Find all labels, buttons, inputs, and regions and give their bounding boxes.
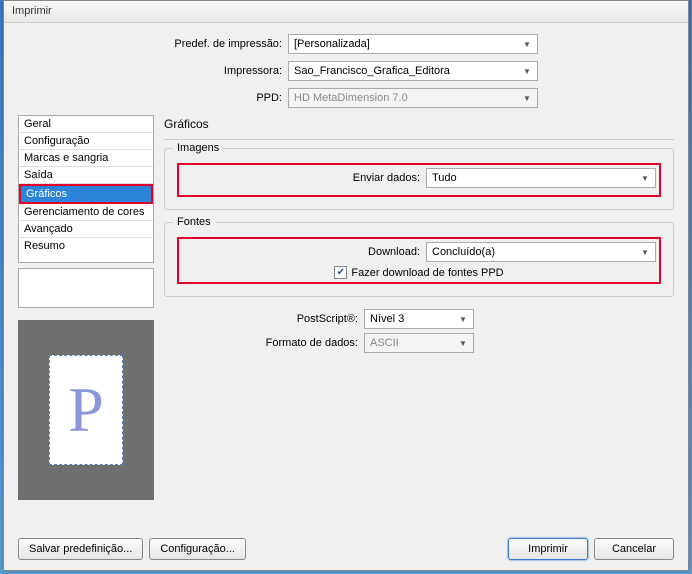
config-button[interactable]: Configuração... [149, 538, 246, 560]
footer: Salvar predefinição... Configuração... I… [18, 538, 674, 560]
printer-value: Sao_Francisco_Grafica_Editora [294, 65, 450, 77]
category-list[interactable]: Geral Configuração Marcas e sangria Saíd… [18, 115, 154, 263]
section-heading: Gráficos [164, 117, 674, 131]
send-data-label: Enviar dados: [353, 172, 426, 184]
chevron-down-icon: ▼ [520, 91, 534, 105]
send-data-value: Tudo [432, 172, 457, 184]
images-group: Imagens Enviar dados: Tudo ▼ [164, 148, 674, 210]
download-label: Download: [368, 246, 426, 258]
chevron-down-icon: ▼ [638, 171, 652, 185]
sidebar-item-resumo[interactable]: Resumo [19, 238, 153, 254]
sidebar-item-marcas[interactable]: Marcas e sangria [19, 150, 153, 167]
chevron-down-icon: ▼ [456, 336, 470, 350]
printer-combo[interactable]: Sao_Francisco_Grafica_Editora ▼ [288, 61, 538, 81]
images-legend: Imagens [173, 142, 223, 154]
ppd-value: HD MetaDimension 7.0 [294, 92, 408, 104]
images-highlight: Enviar dados: Tudo ▼ [177, 163, 661, 197]
sidebar: Geral Configuração Marcas e sangria Saíd… [18, 115, 154, 500]
ppd-fonts-checkbox-label: Fazer download de fontes PPD [351, 267, 503, 279]
fonts-legend: Fontes [173, 216, 215, 228]
sidebar-item-saida[interactable]: Saída [19, 167, 153, 184]
chevron-down-icon: ▼ [638, 245, 652, 259]
download-value: Concluído(a) [432, 246, 495, 258]
preset-label: Predef. de impressão: [148, 38, 288, 50]
printer-label: Impressora: [148, 65, 288, 77]
preview-glyph: P [68, 373, 104, 447]
download-combo[interactable]: Concluído(a) ▼ [426, 242, 656, 262]
sidebar-item-graficos-highlight: Gráficos [19, 184, 153, 204]
ppd-label: PPD: [148, 92, 288, 104]
print-button[interactable]: Imprimir [508, 538, 588, 560]
ppd-combo: HD MetaDimension 7.0 ▼ [288, 88, 538, 108]
top-settings: Predef. de impressão: [Personalizada] ▼ … [148, 33, 674, 109]
chevron-down-icon: ▼ [456, 312, 470, 326]
dataformat-label: Formato de dados: [264, 337, 364, 349]
cancel-button[interactable]: Cancelar [594, 538, 674, 560]
window-title: Imprimir [12, 5, 52, 17]
page-preview: P [18, 320, 154, 500]
fonts-highlight: Download: Concluído(a) ▼ ✔ Fazer downloa… [177, 237, 661, 284]
postscript-value: Nível 3 [370, 313, 404, 325]
print-dialog: Imprimir Predef. de impressão: [Personal… [3, 0, 689, 571]
postscript-label: PostScript®: [264, 313, 364, 325]
sidebar-item-configuracao[interactable]: Configuração [19, 133, 153, 150]
chevron-down-icon: ▼ [520, 37, 534, 51]
sidebar-item-gerenciamento[interactable]: Gerenciamento de cores [19, 204, 153, 221]
preview-page: P [49, 355, 123, 465]
main-panel: Gráficos Imagens Enviar dados: Tudo ▼ [164, 115, 674, 500]
dataformat-combo: ASCII ▼ [364, 333, 474, 353]
postscript-combo[interactable]: Nível 3 ▼ [364, 309, 474, 329]
sidebar-item-avancado[interactable]: Avançado [19, 221, 153, 238]
save-preset-button[interactable]: Salvar predefinição... [18, 538, 143, 560]
dataformat-value: ASCII [370, 337, 399, 349]
sidebar-info-panel [18, 268, 154, 308]
sidebar-item-graficos[interactable]: Gráficos [21, 186, 151, 202]
divider [164, 139, 674, 140]
chevron-down-icon: ▼ [520, 64, 534, 78]
sidebar-item-geral[interactable]: Geral [19, 116, 153, 133]
preset-value: [Personalizada] [294, 38, 370, 50]
fonts-group: Fontes Download: Concluído(a) ▼ ✔ Fazer … [164, 222, 674, 297]
titlebar: Imprimir [4, 1, 688, 23]
send-data-combo[interactable]: Tudo ▼ [426, 168, 656, 188]
ppd-fonts-checkbox[interactable]: ✔ [334, 266, 347, 279]
preset-combo[interactable]: [Personalizada] ▼ [288, 34, 538, 54]
